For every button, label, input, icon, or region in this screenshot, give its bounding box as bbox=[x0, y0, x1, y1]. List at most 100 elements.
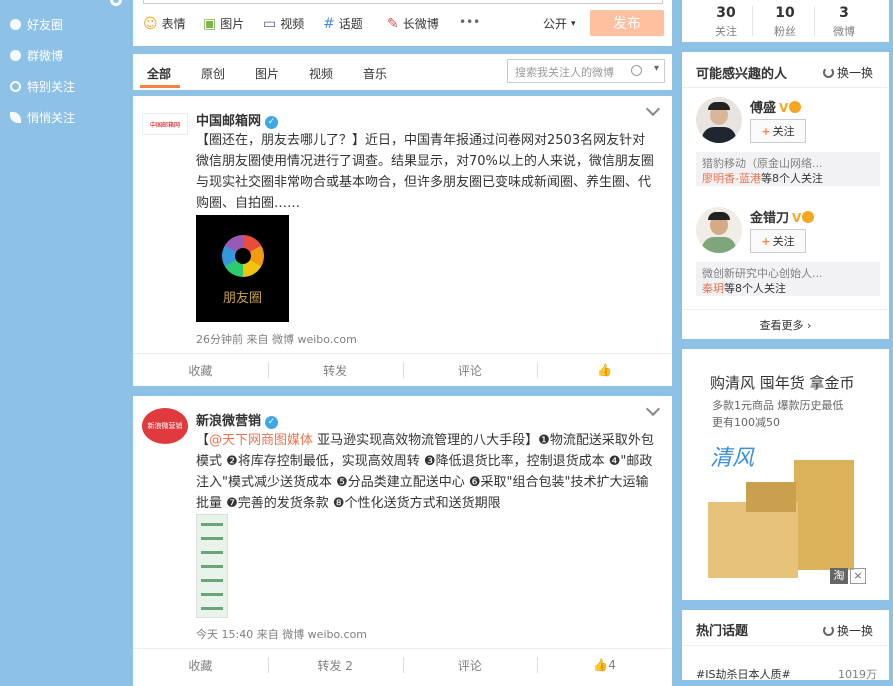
verified-icon: ✓ bbox=[265, 416, 279, 429]
hot-topics-title: 热门话题 bbox=[696, 624, 749, 639]
nav-item-group-weibo[interactable]: 群微博 bbox=[10, 47, 63, 64]
close-icon[interactable]: × bbox=[850, 568, 866, 584]
post-author[interactable]: 新浪微营销 ✓ bbox=[196, 410, 279, 429]
mention-link[interactable]: @天下网商图媒体 bbox=[209, 433, 313, 448]
tab-original[interactable]: 原创 bbox=[201, 65, 225, 82]
image-button[interactable]: ▣ 图片 bbox=[203, 15, 244, 32]
user-info-box: 微创新研究中心创始人... 秦玥等8个人关注 bbox=[696, 262, 880, 296]
ad-sub1: 多款1元商品 爆款历史最低 bbox=[712, 399, 844, 412]
long-text-icon: ✎ bbox=[387, 15, 399, 32]
favorite-button[interactable]: 收藏 bbox=[133, 649, 268, 681]
ad-sub2: 更有100减50 bbox=[712, 416, 780, 429]
image-icon: ▣ bbox=[203, 15, 217, 32]
post-meta: 26分钟前 来自 微博 weibo.com bbox=[196, 333, 357, 346]
recommend-title: 可能感兴趣的人 bbox=[696, 67, 788, 82]
leaf-icon bbox=[10, 112, 21, 123]
user-name[interactable]: 傅盛 V bbox=[750, 97, 802, 116]
aperture-icon bbox=[222, 235, 264, 277]
stat-follow-count[interactable]: 30 bbox=[696, 5, 756, 21]
user-name[interactable]: 金错刀 V bbox=[750, 207, 815, 226]
ad-product-image bbox=[746, 482, 796, 512]
post-meta: 今天 15:40 来自 微博 weibo.com bbox=[196, 628, 368, 641]
avatar[interactable] bbox=[696, 97, 742, 143]
favorite-button[interactable]: 收藏 bbox=[133, 354, 268, 386]
plus-icon: + bbox=[761, 234, 771, 248]
group-icon bbox=[10, 50, 21, 61]
image-caption: 朋友圈 bbox=[222, 291, 262, 306]
comment-button[interactable]: 评论 bbox=[402, 354, 538, 386]
ad-product-image bbox=[794, 460, 854, 570]
stat-weibo-count[interactable]: 3 bbox=[814, 5, 874, 21]
avatar[interactable] bbox=[696, 207, 742, 253]
hot-topic-item[interactable]: #IS劫杀日本人质# bbox=[696, 666, 791, 682]
post-image[interactable] bbox=[196, 514, 228, 618]
forward-button[interactable]: 转发 bbox=[267, 354, 403, 386]
thumbs-up-icon: 👍 bbox=[593, 658, 609, 672]
post-actions: 收藏 转发 2 评论 👍 4 bbox=[133, 648, 672, 681]
forward-button[interactable]: 转发 2 bbox=[267, 649, 403, 681]
caret-down-icon[interactable]: ▾ bbox=[654, 63, 659, 74]
thumbs-up-icon: 👍 bbox=[597, 363, 613, 377]
feed-search-input[interactable]: 搜索我关注人的微博 ▾ bbox=[507, 59, 665, 83]
tab-active-indicator bbox=[140, 85, 180, 88]
verified-gold-icon: V bbox=[792, 211, 802, 225]
avatar[interactable]: 中国邮箱网 bbox=[142, 113, 188, 135]
verified-gold-icon: V bbox=[779, 101, 789, 115]
change-button[interactable]: 换一换 bbox=[823, 64, 873, 81]
video-button[interactable]: ▭ 视频 bbox=[263, 15, 304, 32]
avatar[interactable]: 新浪微营销 bbox=[142, 408, 188, 444]
publish-button[interactable]: 发布 bbox=[590, 10, 664, 36]
long-weibo-button[interactable]: ✎ 长微博 bbox=[387, 15, 439, 32]
see-more-link[interactable]: 查看更多 › bbox=[682, 317, 889, 333]
emoji-button[interactable]: ☺ 表情 bbox=[143, 15, 186, 32]
plus-icon: + bbox=[761, 124, 771, 138]
follow-button[interactable]: + 关注 bbox=[750, 119, 806, 143]
tab-all[interactable]: 全部 bbox=[147, 65, 171, 82]
stat-follow-label[interactable]: 关注 bbox=[696, 23, 756, 39]
like-button[interactable]: 👍 4 bbox=[537, 649, 672, 681]
chevron-right-icon: › bbox=[807, 319, 812, 332]
nav-item-secret-follow[interactable]: 悄悄关注 bbox=[10, 109, 75, 126]
like-button[interactable]: 👍 bbox=[537, 354, 672, 386]
hash-icon: # bbox=[323, 15, 335, 32]
ad-banner[interactable]: 购清风 囤年货 拿金币 多款1元商品 爆款历史最低 更有100减50 清风 淘 … bbox=[686, 362, 870, 590]
follow-button[interactable]: + 关注 bbox=[750, 229, 806, 253]
gear-icon[interactable] bbox=[110, 0, 122, 6]
post-author[interactable]: 中国邮箱网 ✓ bbox=[196, 110, 279, 129]
post-image[interactable]: 朋友圈 bbox=[196, 215, 289, 322]
visibility-dropdown[interactable]: 公开 ▾ bbox=[543, 15, 576, 32]
eye-icon bbox=[10, 81, 21, 92]
tab-video[interactable]: 视频 bbox=[309, 65, 333, 82]
ad-headline: 购清风 囤年货 拿金币 bbox=[710, 374, 855, 392]
search-icon[interactable] bbox=[631, 65, 642, 76]
hot-topic-count: 1019万 bbox=[838, 668, 877, 681]
level-icon bbox=[802, 211, 815, 223]
refresh-icon bbox=[823, 625, 834, 636]
stat-weibo-label[interactable]: 微博 bbox=[814, 23, 874, 39]
post-actions: 收藏 转发 评论 👍 bbox=[133, 353, 672, 386]
level-icon bbox=[789, 101, 802, 113]
change-button[interactable]: 换一换 bbox=[823, 622, 873, 639]
comment-button[interactable]: 评论 bbox=[402, 649, 538, 681]
publisher-panel: ☺ 表情 ▣ 图片 ▭ 视频 # 话题 ✎ 长微博 ••• 公开 ▾ 发布 bbox=[133, 0, 672, 46]
nav-item-special-follow[interactable]: 特别关注 bbox=[10, 78, 75, 95]
user-info-box: 猎豹移动（原金山网络... 廖明香-蓝港等8个人关注 bbox=[696, 152, 880, 186]
compose-textarea[interactable] bbox=[143, 0, 663, 4]
refresh-icon bbox=[823, 67, 834, 78]
more-tools-button[interactable]: ••• bbox=[459, 15, 480, 29]
post-text: 【@天下网商图媒体 亚马逊实现高效物流管理的八大手段】❶物流配送采取外包模式 ❷… bbox=[196, 433, 654, 511]
stat-fans-label[interactable]: 粉丝 bbox=[755, 23, 815, 39]
verified-icon: ✓ bbox=[265, 116, 279, 129]
nav-item-friends-circle[interactable]: 好友圈 bbox=[10, 16, 63, 33]
smile-icon: ☺ bbox=[143, 15, 158, 32]
tab-image[interactable]: 图片 bbox=[255, 65, 279, 82]
topic-button[interactable]: # 话题 bbox=[323, 15, 363, 32]
video-icon: ▭ bbox=[263, 15, 277, 32]
caret-down-icon: ▾ bbox=[571, 18, 576, 29]
tab-music[interactable]: 音乐 bbox=[363, 65, 387, 82]
ad-brand-logo: 清风 bbox=[710, 446, 755, 471]
stat-fans-count[interactable]: 10 bbox=[755, 5, 815, 21]
ad-product-image bbox=[708, 502, 798, 578]
taobao-corner-icon: 淘 bbox=[830, 568, 848, 584]
heart-icon bbox=[10, 19, 21, 30]
